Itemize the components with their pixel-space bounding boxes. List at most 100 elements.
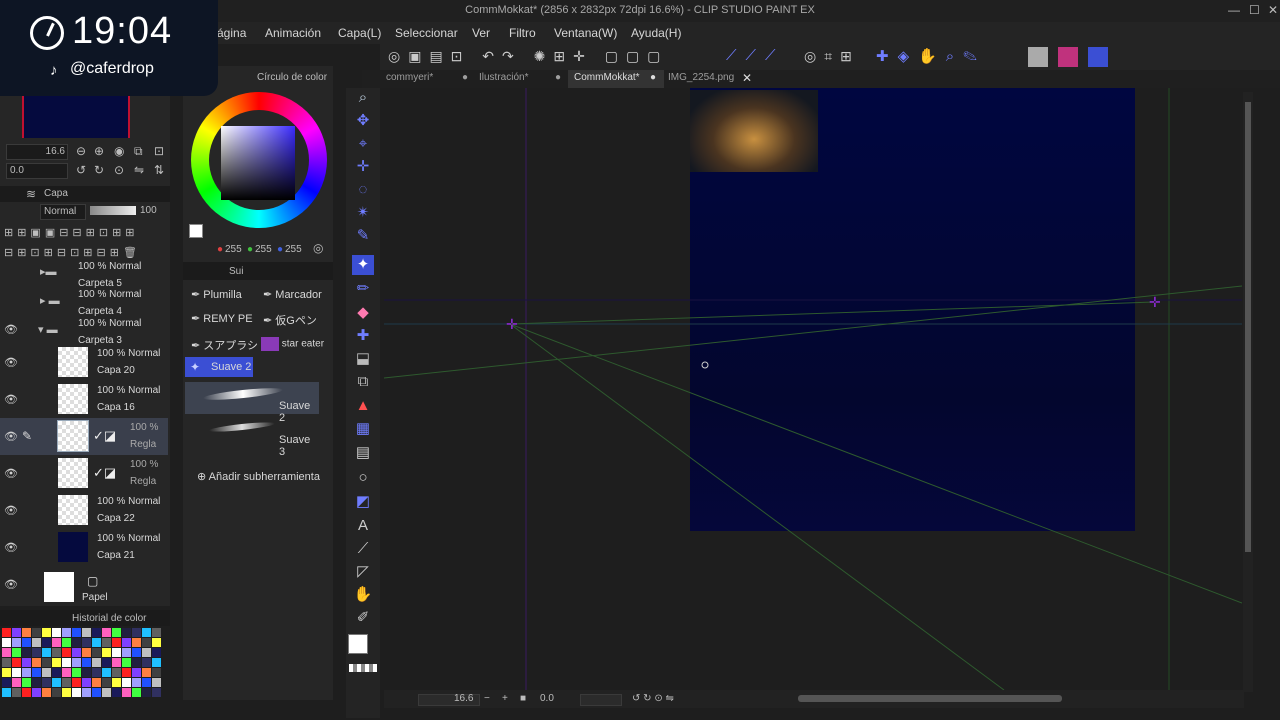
color-swatch[interactable] bbox=[42, 648, 51, 657]
color-swatch[interactable] bbox=[42, 628, 51, 637]
color-swatch[interactable] bbox=[2, 658, 11, 667]
color-swatch[interactable] bbox=[42, 668, 51, 677]
eye-icon[interactable]: 👁 bbox=[4, 356, 18, 369]
subtool-kari-g[interactable]: ✒ 仮Gペン bbox=[263, 312, 317, 328]
color-swatch[interactable] bbox=[22, 678, 31, 687]
color-swatch[interactable] bbox=[92, 688, 101, 697]
color-swatch[interactable] bbox=[112, 648, 121, 657]
eye-icon[interactable]: 👁 bbox=[4, 504, 18, 517]
move-tool-icon[interactable]: ✥ bbox=[352, 111, 374, 131]
hand-tool-icon[interactable]: ✋ bbox=[352, 585, 374, 605]
color-swatch[interactable] bbox=[92, 628, 101, 637]
subtool-airbrush[interactable]: ✒ スアプラシ bbox=[191, 337, 258, 353]
color-swatch[interactable] bbox=[152, 638, 161, 647]
fit-icon[interactable]: ◉ bbox=[114, 144, 124, 158]
actual-size-icon[interactable]: ⊡ bbox=[154, 144, 164, 158]
color-swatch[interactable] bbox=[102, 628, 111, 637]
color-swatch[interactable] bbox=[52, 638, 61, 647]
tab-img[interactable]: IMG_2254.png bbox=[668, 72, 734, 88]
color-swatch[interactable] bbox=[132, 668, 141, 677]
saturation-value-square[interactable] bbox=[221, 126, 295, 200]
color-swatch[interactable] bbox=[142, 678, 151, 687]
color-swatch[interactable] bbox=[12, 678, 21, 687]
color-swatch[interactable] bbox=[2, 678, 11, 687]
color-swatch[interactable] bbox=[42, 658, 51, 667]
color-swatch[interactable] bbox=[142, 658, 151, 667]
zoom-out-icon[interactable]: ⊖ bbox=[76, 144, 86, 158]
color-swatch[interactable] bbox=[62, 668, 71, 677]
color-swatch[interactable] bbox=[132, 658, 141, 667]
color-swatch[interactable] bbox=[72, 688, 81, 697]
layer-row[interactable]: 👁 ✓◪ 100 % Regla bbox=[0, 455, 168, 492]
eye-icon[interactable]: 👁 bbox=[4, 393, 18, 406]
move-layer-icon[interactable]: ✛ bbox=[352, 157, 374, 177]
menu-seleccionar[interactable]: Seleccionar bbox=[395, 26, 458, 40]
subtool-star-eater[interactable]: star eater bbox=[261, 337, 324, 351]
color-swatch[interactable] bbox=[12, 668, 21, 677]
perspective-ruler[interactable]: ✛ ✛ bbox=[384, 88, 1242, 690]
subtool-plumilla[interactable]: ✒ Plumilla bbox=[191, 288, 242, 301]
transparent-color-swatch[interactable] bbox=[349, 664, 377, 672]
ellipse-tool-icon[interactable]: ○ bbox=[352, 468, 374, 488]
zoom-in-icon[interactable]: ⊕ bbox=[94, 144, 104, 158]
color-swatch[interactable] bbox=[112, 658, 121, 667]
color-swatch[interactable] bbox=[62, 648, 71, 657]
fill-tool-icon[interactable]: ⬓ bbox=[352, 349, 374, 369]
color-swatch[interactable] bbox=[52, 628, 61, 637]
file-commands[interactable]: ◎▣▤⊡ ↶↷ ✺⊞✛ ▢▢▢ bbox=[388, 48, 668, 65]
menu-capa[interactable]: Capa(L) bbox=[338, 26, 381, 40]
color-swatch[interactable] bbox=[82, 668, 91, 677]
color-swatch[interactable] bbox=[102, 658, 111, 667]
rotate-field[interactable]: 0.0 bbox=[6, 163, 68, 179]
blend-mode-select[interactable]: Normal bbox=[40, 204, 86, 220]
color-swatch[interactable] bbox=[22, 668, 31, 677]
layer-toolbar-row-1[interactable]: ⊞⊞▣▣⊟⊟⊞⊡⊞⊞ bbox=[4, 226, 164, 242]
color-swatch[interactable] bbox=[42, 688, 51, 697]
reset-rotate-icon[interactable]: ⊙ bbox=[114, 163, 124, 177]
color-swatch[interactable] bbox=[142, 628, 151, 637]
layer-row[interactable]: 👁 100 % Normal Capa 22 bbox=[0, 492, 168, 529]
menu-ver[interactable]: Ver bbox=[472, 26, 490, 40]
add-subtool-button[interactable]: ⊕ Añadir subherramienta bbox=[197, 470, 320, 483]
color-swatch[interactable] bbox=[152, 628, 161, 637]
color-swatch[interactable] bbox=[32, 628, 41, 637]
line-tool-icon[interactable]: ◸ bbox=[352, 562, 374, 582]
color-swatch[interactable] bbox=[12, 638, 21, 647]
eye-icon[interactable]: 👁 bbox=[4, 430, 18, 443]
color-swatch[interactable] bbox=[122, 638, 131, 647]
subtool-suave2-selected[interactable]: Suave 2 ✦ bbox=[185, 357, 253, 377]
color-swatch[interactable] bbox=[32, 688, 41, 697]
color-swatch[interactable] bbox=[32, 638, 41, 647]
tab-commyeri[interactable]: commyeri* bbox=[386, 72, 433, 88]
color-swatch[interactable] bbox=[92, 638, 101, 647]
color-swatch[interactable] bbox=[152, 658, 161, 667]
layer-row-selected[interactable]: 👁 ✎ ✓◪ 100 % Regla bbox=[0, 418, 168, 455]
color-swatch[interactable] bbox=[52, 678, 61, 687]
color-swatch[interactable] bbox=[52, 658, 61, 667]
brush-item-suave2[interactable]: Suave 2 bbox=[185, 382, 319, 424]
color-history-palette[interactable] bbox=[2, 628, 161, 704]
color-swatch[interactable] bbox=[92, 658, 101, 667]
layer-row[interactable]: 👁 100 % Normal Capa 16 bbox=[0, 381, 168, 418]
eraser-tool-icon[interactable]: ◆ bbox=[352, 303, 374, 323]
color-swatch[interactable] bbox=[82, 688, 91, 697]
color-swatch[interactable] bbox=[72, 628, 81, 637]
color-swatch[interactable] bbox=[12, 628, 21, 637]
text-tool-icon[interactable]: A bbox=[352, 516, 374, 536]
color-swatch[interactable] bbox=[132, 628, 141, 637]
color-swatch[interactable] bbox=[32, 648, 41, 657]
color-swatch[interactable] bbox=[62, 678, 71, 687]
color-swatch[interactable] bbox=[92, 678, 101, 687]
color-swatch[interactable] bbox=[22, 628, 31, 637]
rotate-left-small-icon[interactable]: ↺ ↻ ⊙ ⇋ bbox=[632, 693, 674, 704]
color-swatch[interactable] bbox=[32, 658, 41, 667]
ruler-commands[interactable]: ⟋⟋⟋ bbox=[726, 47, 785, 64]
operation-tool-icon[interactable]: ⌖ bbox=[352, 134, 374, 154]
color-swatch[interactable] bbox=[2, 628, 11, 637]
menu-ventana[interactable]: Ventana(W) bbox=[554, 26, 617, 40]
color-swatch[interactable] bbox=[132, 648, 141, 657]
menu-animacion[interactable]: Animación bbox=[265, 26, 321, 40]
shortcut-thumb-1[interactable] bbox=[1028, 47, 1048, 67]
vertical-scroll-thumb[interactable] bbox=[1245, 102, 1251, 552]
color-swatch[interactable] bbox=[152, 688, 161, 697]
